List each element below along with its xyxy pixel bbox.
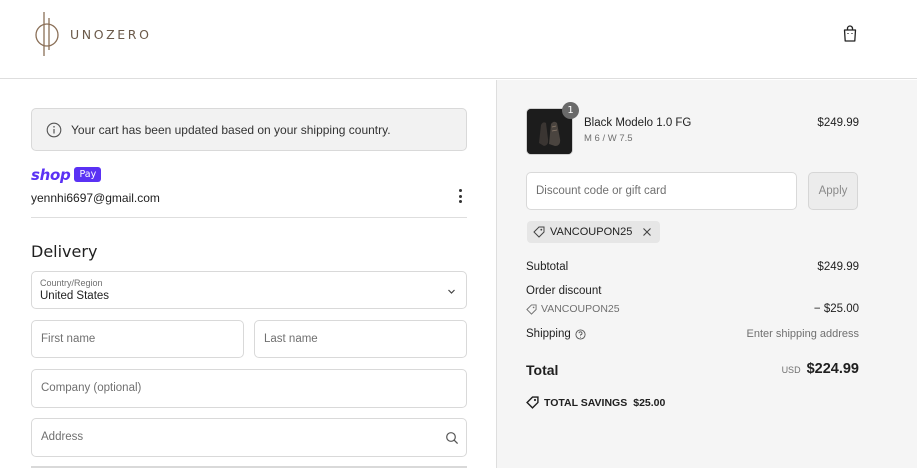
subtotal-label: Subtotal [526, 261, 569, 273]
total-value-row: USD $224.99 [782, 361, 859, 377]
account-email: yennhi6697@gmail.com [31, 191, 160, 205]
country-select[interactable]: Country/Region United States [31, 271, 467, 309]
tag-icon [533, 226, 545, 238]
notice-text: Your cart has been updated based on your… [71, 122, 391, 137]
applied-coupon-chip: VANCOUPON25 [527, 221, 661, 243]
address-placeholder: Address [41, 431, 84, 443]
delivery-heading: Delivery [31, 242, 98, 261]
unozero-logo-icon [35, 12, 59, 56]
divider [31, 217, 467, 218]
quantity-badge: 1 [562, 102, 579, 119]
tag-icon [526, 396, 539, 409]
shopping-bag-icon[interactable] [842, 25, 858, 42]
country-value: United States [40, 290, 110, 302]
savings-label: TOTAL SAVINGS [544, 396, 628, 409]
brand-name: UNOZERO [70, 26, 152, 42]
site-header: UNOZERO [0, 0, 917, 79]
help-circle-icon[interactable] [575, 328, 586, 340]
shipping-label: Shipping [526, 328, 571, 340]
tag-icon [526, 303, 537, 315]
coupon-code: VANCOUPON25 [550, 226, 633, 238]
discount-code-field[interactable]: Discount code or gift card [526, 172, 797, 210]
total-currency: USD [781, 365, 801, 375]
company-placeholder: Company (optional) [41, 382, 142, 394]
apply-discount-button[interactable]: Apply [808, 172, 858, 210]
shop-pay-badge: Pay [74, 167, 102, 182]
order-discount-code: VANCOUPON25 [541, 303, 620, 315]
total-value: $224.99 [806, 361, 859, 377]
last-name-field[interactable]: Last name [254, 320, 467, 358]
cart-update-notice: Your cart has been updated based on your… [31, 108, 467, 151]
total-label: Total [526, 362, 559, 378]
close-icon[interactable] [642, 227, 652, 237]
shop-pay-word: shop [31, 165, 71, 184]
savings-value: $25.00 [633, 396, 666, 409]
subtotal-value: $249.99 [817, 261, 859, 273]
first-name-placeholder: First name [41, 333, 96, 345]
order-discount-code-row: VANCOUPON25 [526, 303, 620, 315]
last-name-placeholder: Last name [264, 333, 318, 345]
order-summary: 1 Black Modelo 1.0 FG M 6 / W 7.5 $249.9… [497, 80, 917, 468]
info-icon [46, 122, 62, 137]
order-discount-label: Order discount [526, 285, 602, 297]
shipping-label-row: Shipping [526, 328, 586, 340]
country-label: Country/Region [40, 278, 103, 288]
total-savings-row: TOTAL SAVINGS $25.00 [526, 396, 665, 409]
address-field[interactable]: Address [31, 418, 467, 457]
more-vertical-icon[interactable] [456, 189, 464, 203]
search-icon [446, 432, 459, 445]
brand-logo[interactable]: UNOZERO [32, 10, 152, 58]
first-name-field[interactable]: First name [31, 320, 244, 358]
order-discount-value: − $25.00 [813, 303, 859, 315]
discount-placeholder: Discount code or gift card [536, 185, 667, 197]
chevron-down-icon [448, 289, 455, 294]
company-field[interactable]: Company (optional) [31, 369, 467, 408]
product-name: Black Modelo 1.0 FG [584, 117, 692, 129]
shipping-value: Enter shipping address [746, 328, 859, 340]
checkout-form-column: Your cart has been updated based on your… [0, 80, 496, 468]
shop-pay-logo: shop Pay [31, 165, 102, 184]
product-variant: M 6 / W 7.5 [584, 133, 633, 144]
product-price: $249.99 [817, 117, 859, 129]
